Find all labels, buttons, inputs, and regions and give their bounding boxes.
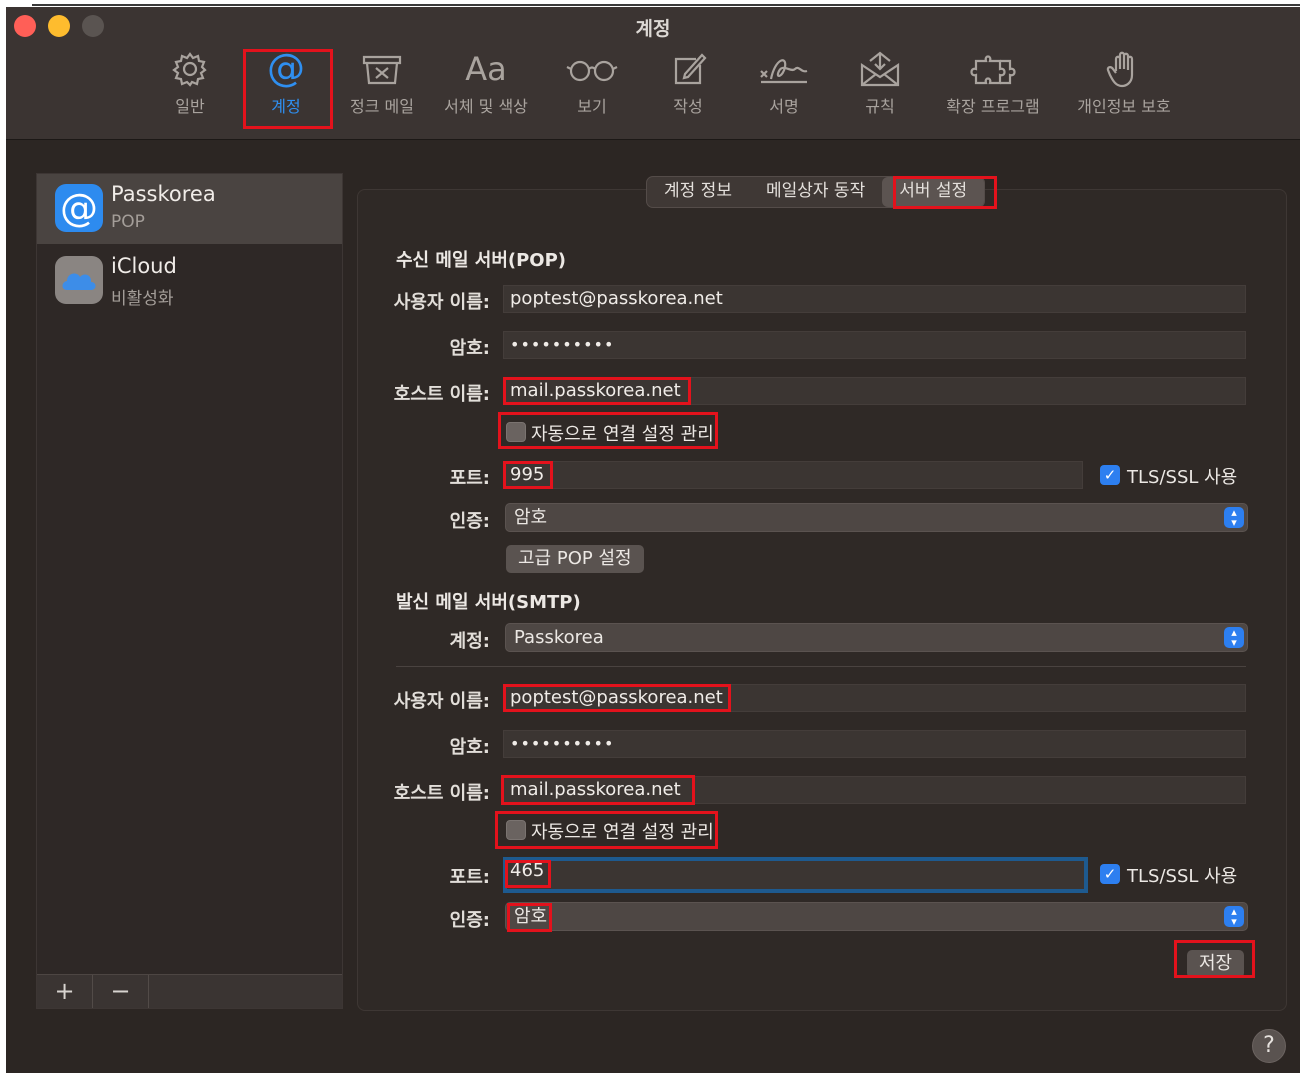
incoming-port-label: 포트: — [449, 468, 490, 489]
outgoing-auto-manage-label: 자동으로 연결 설정 관리 — [531, 822, 714, 843]
outgoing-server-title: 발신 메일 서버(SMTP) — [396, 592, 581, 613]
top-border-line — [32, 4, 1300, 6]
incoming-auth-label: 인증: — [449, 511, 490, 532]
outgoing-port-field[interactable]: 465 — [503, 857, 1088, 893]
outgoing-tls-label: TLS/SSL 사용 — [1127, 866, 1238, 887]
junk-trash-icon — [362, 55, 402, 85]
incoming-auth-select[interactable]: 암호 ▴ ▾ — [505, 503, 1248, 532]
toolbar-label-extensions: 확장 프로그램 — [946, 97, 1040, 116]
remove-account-button[interactable]: − — [93, 975, 149, 1008]
toolbar-item-accounts[interactable]: @ 계정 — [236, 49, 336, 117]
incoming-host-field[interactable]: mail.passkorea.net — [503, 377, 1246, 405]
toolbar-label-fonts-colors: 서체 및 색상 — [444, 97, 528, 116]
accounts-sidebar: @ Passkorea POP iCloud 비활성화 + − — [36, 173, 343, 1009]
toolbar-label-signatures: 서명 — [769, 97, 799, 116]
incoming-host-label: 호스트 이름: — [393, 384, 490, 405]
toolbar-item-signatures[interactable]: 서명 — [734, 49, 834, 117]
toolbar-item-extensions[interactable]: 확장 프로그램 — [938, 49, 1048, 117]
add-account-button[interactable]: + — [37, 975, 93, 1008]
toolbar-label-rules: 규칙 — [865, 97, 895, 116]
signature-icon — [760, 59, 808, 84]
incoming-username-label: 사용자 이름: — [393, 292, 490, 313]
outgoing-username-label: 사용자 이름: — [393, 691, 490, 712]
toolbar-item-privacy[interactable]: 개인정보 보호 — [1064, 49, 1184, 117]
outgoing-auth-label: 인증: — [449, 910, 490, 931]
outgoing-account-value: Passkorea — [514, 627, 604, 648]
toolbar-item-rules[interactable]: 규칙 — [830, 49, 930, 117]
account-name: Passkorea — [111, 182, 216, 206]
section-divider — [396, 666, 1246, 667]
help-button[interactable]: ? — [1252, 1029, 1286, 1063]
svg-text:@: @ — [267, 49, 305, 89]
at-icon: @ — [55, 184, 103, 232]
at-icon: @ — [267, 49, 305, 89]
toolbar-label-general: 일반 — [175, 97, 205, 116]
incoming-password-label: 암호: — [449, 338, 490, 359]
account-item-passkorea[interactable]: @ Passkorea POP — [37, 174, 342, 244]
outgoing-host-label: 호스트 이름: — [393, 783, 490, 804]
outgoing-password-label: 암호: — [449, 737, 490, 758]
outgoing-port-label: 포트: — [449, 867, 490, 888]
toolbar-item-general[interactable]: 일반 — [140, 49, 240, 117]
toolbar-item-composing[interactable]: 작성 — [638, 49, 738, 117]
account-name: iCloud — [111, 254, 177, 278]
server-settings-panel: 계정 정보 메일상자 동작 서버 설정 수신 메일 서버(POP) 사용자 이름… — [357, 176, 1287, 1011]
toolbar: 계정 일반 @ 계정 정크 메일 Aa 서체 및 색상 보기 작성 서명 규칙 … — [6, 7, 1300, 140]
chevron-up-down-icon: ▴ ▾ — [1224, 627, 1244, 648]
incoming-auto-manage-checkbox[interactable] — [506, 422, 526, 442]
toolbar-label-junk-mail: 정크 메일 — [350, 97, 414, 116]
puzzle-icon — [970, 55, 1016, 85]
outgoing-account-label: 계정: — [449, 631, 490, 652]
outgoing-tls-checkbox[interactable]: ✓ — [1100, 864, 1120, 884]
outgoing-auth-value: 암호 — [514, 906, 548, 927]
settings-tab-bar: 계정 정보 메일상자 동작 서버 설정 — [646, 176, 986, 208]
toolbar-label-privacy: 개인정보 보호 — [1077, 97, 1171, 116]
svg-text:@: @ — [60, 186, 98, 230]
incoming-password-field[interactable]: •••••••••• — [503, 331, 1246, 359]
account-status: 비활성화 — [111, 289, 174, 309]
incoming-port-field[interactable]: 995 — [503, 461, 1083, 489]
incoming-username-field[interactable]: poptest@passkorea.net — [503, 285, 1246, 313]
hand-icon — [1106, 51, 1134, 88]
outgoing-auto-manage-checkbox[interactable] — [506, 820, 526, 840]
toolbar-item-viewing[interactable]: 보기 — [542, 49, 642, 117]
font-icon: Aa — [465, 50, 507, 88]
chevron-up-down-icon: ▴ ▾ — [1224, 507, 1244, 528]
glasses-icon — [566, 60, 618, 82]
chevron-up-down-icon: ▴ ▾ — [1224, 906, 1244, 927]
toolbar-label-accounts: 계정 — [271, 97, 301, 116]
outgoing-username-field[interactable]: poptest@passkorea.net — [503, 684, 1246, 712]
toolbar-item-fonts-colors[interactable]: Aa 서체 및 색상 — [436, 49, 536, 117]
incoming-server-title: 수신 메일 서버(POP) — [396, 250, 567, 271]
compose-icon — [674, 53, 707, 85]
incoming-auto-manage-label: 자동으로 연결 설정 관리 — [531, 424, 714, 445]
window-title: 계정 — [635, 18, 671, 40]
incoming-auth-value: 암호 — [514, 507, 548, 528]
toolbar-label-viewing: 보기 — [577, 97, 607, 116]
toolbar-label-composing: 작성 — [673, 97, 703, 116]
advanced-pop-settings-button[interactable]: 고급 POP 설정 — [506, 545, 644, 573]
save-button[interactable]: 저장 — [1187, 950, 1245, 978]
preferences-window: 계정 일반 @ 계정 정크 메일 Aa 서체 및 색상 보기 작성 서명 규칙 … — [6, 7, 1300, 1073]
account-type: POP — [111, 212, 145, 232]
incoming-tls-label: TLS/SSL 사용 — [1127, 467, 1238, 488]
toolbar-item-junk-mail[interactable]: 정크 메일 — [332, 49, 432, 117]
gear-icon — [172, 52, 207, 87]
incoming-tls-checkbox[interactable]: ✓ — [1100, 465, 1120, 485]
tab-mailbox-behaviors[interactable]: 메일상자 동작 — [749, 177, 882, 207]
outgoing-auth-select[interactable]: 암호 ▴ ▾ — [505, 902, 1248, 931]
tab-account-info[interactable]: 계정 정보 — [647, 177, 749, 207]
outgoing-account-select[interactable]: Passkorea ▴ ▾ — [505, 623, 1248, 652]
rules-envelope-icon — [860, 51, 900, 87]
sidebar-footer: + − — [37, 974, 342, 1008]
icloud-icon — [55, 256, 103, 304]
tab-server-settings[interactable]: 서버 설정 — [882, 177, 985, 207]
outgoing-host-field[interactable]: mail.passkorea.net — [503, 776, 1246, 804]
outgoing-password-field[interactable]: •••••••••• — [503, 730, 1246, 758]
account-item-icloud[interactable]: iCloud 비활성화 — [37, 246, 342, 316]
